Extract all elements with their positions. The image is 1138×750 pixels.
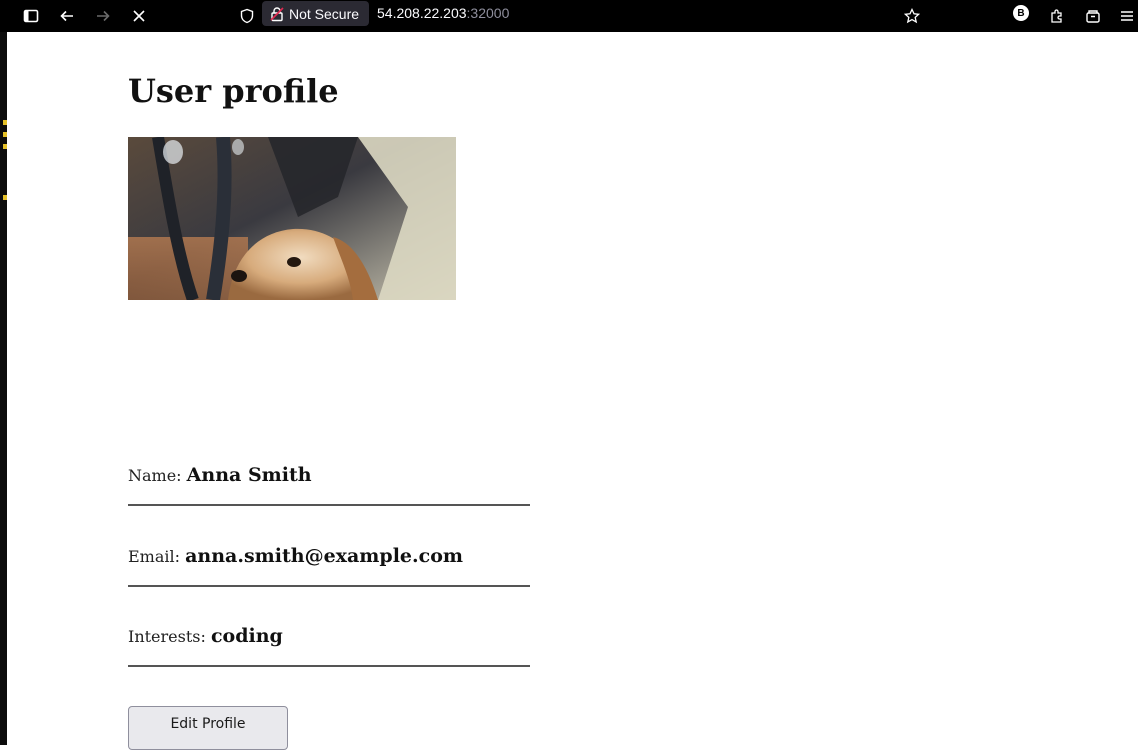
- stop-icon[interactable]: [127, 4, 151, 28]
- page-title: User profile: [128, 72, 339, 110]
- email-value: anna.smith@example.com: [185, 545, 463, 567]
- edit-profile-button[interactable]: Edit Profile: [128, 706, 288, 750]
- profile-photo: [128, 137, 456, 300]
- name-field: Name: Anna Smith: [128, 464, 530, 506]
- address-bar[interactable]: 54.208.22.203:32000: [377, 5, 509, 21]
- container-tab-icon[interactable]: [1081, 4, 1105, 28]
- shield-icon[interactable]: [235, 4, 259, 28]
- url-host: 54.208.22.203: [377, 5, 467, 21]
- extensions-puzzle-icon[interactable]: [1045, 4, 1069, 28]
- interests-value: coding: [210, 625, 283, 647]
- extension-badge[interactable]: B: [1013, 5, 1029, 21]
- email-label: Email:: [128, 547, 186, 566]
- menu-icon[interactable]: [1117, 4, 1137, 28]
- interests-label: Interests:: [128, 627, 211, 646]
- strip-marker: [3, 144, 7, 149]
- browser-toolbar: Not Secure 54.208.22.203:32000 B: [0, 0, 1138, 32]
- interests-field: Interests: coding: [128, 625, 530, 667]
- email-field: Email: anna.smith@example.com: [128, 545, 530, 587]
- security-indicator[interactable]: Not Secure: [262, 1, 369, 26]
- strip-marker: [3, 195, 7, 200]
- sidebar-toggle-icon[interactable]: [19, 4, 43, 28]
- name-label: Name:: [128, 466, 187, 485]
- bookmark-star-icon[interactable]: [900, 4, 924, 28]
- left-edge-strip: [0, 32, 7, 745]
- forward-icon[interactable]: [91, 4, 115, 28]
- strip-marker: [3, 120, 7, 125]
- insecure-lock-icon: [270, 6, 284, 21]
- back-icon[interactable]: [55, 4, 79, 28]
- url-port: :32000: [466, 5, 510, 21]
- strip-marker: [3, 132, 7, 137]
- name-value: Anna Smith: [186, 464, 312, 486]
- security-label: Not Secure: [289, 5, 360, 22]
